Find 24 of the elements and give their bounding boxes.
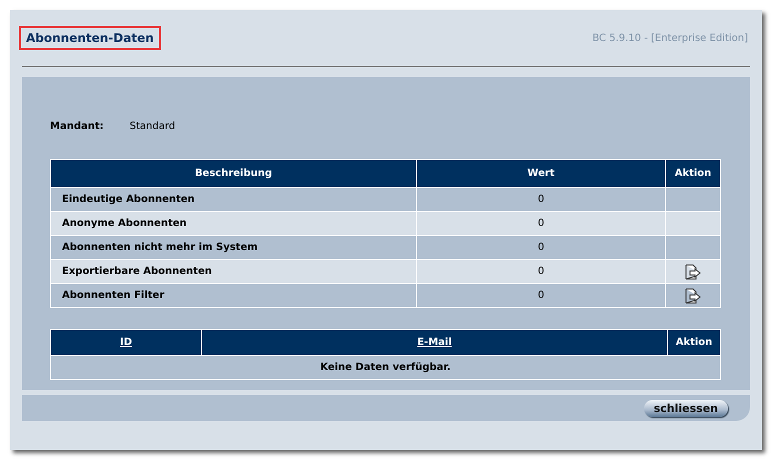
column-header: Aktion xyxy=(666,160,720,188)
column-header: Beschreibung xyxy=(50,160,416,188)
column-header: Aktion xyxy=(668,330,720,356)
table-cell: Abonnenten nicht mehr im System xyxy=(50,236,416,260)
window-title: Abonnenten-Daten xyxy=(19,26,161,50)
mandant-label: Mandant: xyxy=(50,121,104,132)
table-cell: 0 xyxy=(416,188,666,212)
table-cell: Eindeutige Abonnenten xyxy=(50,188,416,212)
export-icon[interactable] xyxy=(684,288,702,304)
table-cell: 0 xyxy=(416,260,666,284)
table-cell: 0 xyxy=(416,212,666,236)
close-button[interactable]: schliessen xyxy=(644,400,728,416)
table-cell: 0 xyxy=(416,284,666,308)
table-cell: Anonyme Abonnenten xyxy=(50,212,416,236)
mandant-value: Standard xyxy=(130,121,176,132)
column-header[interactable]: ID xyxy=(50,330,202,356)
export-icon[interactable] xyxy=(684,264,702,280)
column-header[interactable]: E-Mail xyxy=(202,330,668,356)
table-cell: Abonnenten Filter xyxy=(50,284,416,308)
column-header: Wert xyxy=(416,160,666,188)
empty-message: Keine Daten verfügbar. xyxy=(50,356,720,380)
table-cell: Exportierbare Abonnenten xyxy=(50,260,416,284)
version-label: BC 5.9.10 - [Enterprise Edition] xyxy=(592,32,748,44)
table-cell: 0 xyxy=(416,236,666,260)
